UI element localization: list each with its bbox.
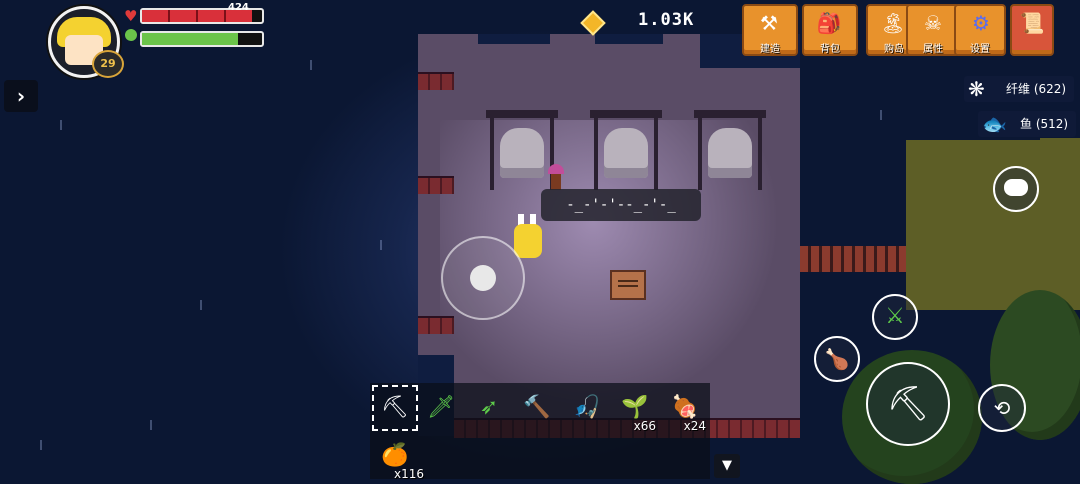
build-button[interactable]: ⚒ 建造 (742, 4, 798, 56)
stats-button[interactable]: ☠ 属性 (906, 4, 960, 56)
settings-button[interactable]: ⚙ 设置 (954, 4, 1006, 56)
meat-icon: 🍖 (671, 395, 699, 420)
movement-joystick[interactable] (441, 236, 525, 320)
sprout-icon: 🌱 (621, 395, 649, 420)
rain-drop (40, 440, 42, 450)
island-notch (595, 34, 663, 44)
green-sword-icon: 🗡 (427, 395, 455, 420)
backpack-button[interactable]: 🎒 背包 (802, 4, 858, 56)
orange-fruit-icon: 🍊 (381, 443, 409, 468)
resource-fiber-label: 纤维 (622) (1006, 82, 1067, 96)
backpack-icon: 🎒 (816, 11, 842, 35)
hotbar-slot-orange[interactable]: 🍊 x116 (374, 435, 424, 481)
fiber-icon: ❋ (968, 77, 985, 101)
chat-button[interactable] (993, 166, 1039, 212)
grass-island (906, 140, 1080, 310)
fish-icon: 🐟 (982, 112, 1007, 136)
energy-bar-fill (142, 33, 238, 45)
resource-fiber: ❋ 纤维 (622) (964, 76, 1075, 102)
speech-bubble: -_-'-'--_-'-_ (541, 189, 701, 221)
map-button[interactable]: 📜 (1010, 4, 1054, 56)
wooden-bridge (800, 246, 906, 272)
bell-statue (694, 110, 766, 190)
currency-amount: 1.03K (638, 10, 695, 30)
brick-edge (418, 316, 454, 334)
green-sword-icon: ⚔ (885, 304, 905, 329)
buy-island-icon: 🏝 (880, 11, 906, 35)
roll-icon: ⟲ (993, 396, 1011, 420)
hotbar-slot-meat[interactable]: 🍖 x24 (664, 387, 706, 433)
energy-bar (140, 31, 264, 47)
eat-action-button[interactable]: 🍗 (814, 336, 860, 382)
stats-icon: ☠ (924, 11, 942, 35)
pickaxe-icon: ⛏ (381, 395, 409, 420)
sword-action-button[interactable]: ⚔ (872, 294, 918, 340)
pickaxe-icon: ⛏ (886, 384, 930, 424)
hotbar-slot-hammer[interactable]: 🔨 (516, 387, 558, 429)
item-count: x116 (393, 467, 424, 481)
health-value: 424 (228, 2, 249, 13)
resource-fish: 🐟 鱼 (512) (978, 111, 1077, 137)
bell-statue (590, 110, 662, 190)
rain-drop (150, 420, 152, 430)
hotbar-slot-fishing-rod[interactable]: 🎣 (566, 387, 608, 429)
npc-character[interactable] (546, 164, 566, 192)
rain-drop (310, 60, 312, 70)
attack-button[interactable]: ⛏ (866, 362, 950, 446)
hotbar-slot-sprout[interactable]: 🌱 x66 (614, 387, 656, 433)
joystick-knob[interactable] (470, 265, 496, 291)
bow-icon: ➶ (479, 395, 499, 420)
hotbar-slot-sword[interactable]: 🗡 (420, 387, 462, 429)
energy-icon (125, 29, 137, 41)
resource-fish-label: 鱼 (512) (1020, 117, 1069, 131)
rain-drop (60, 120, 62, 130)
dodge-roll-button[interactable]: ⟲ (978, 384, 1026, 432)
brick-edge (418, 72, 454, 90)
grass-island (1040, 138, 1080, 158)
hotbar-slot-bow[interactable]: ➶ (468, 387, 510, 429)
rain-drop (380, 240, 382, 250)
build-icon: ⚒ (760, 11, 778, 35)
signpost[interactable] (610, 270, 646, 300)
rain-drop (880, 110, 882, 120)
collapse-hotbar-button[interactable]: ▼ (714, 454, 740, 478)
meat-icon: 🍗 (824, 347, 850, 371)
hotbar: ⛏ 🗡 ➶ 🔨 🎣 🌱 x66 🍖 x24 🍊 x116 (370, 383, 710, 481)
chat-bubble-icon (1004, 179, 1028, 196)
item-count: x24 (683, 419, 706, 433)
fishing-rod-icon: 🎣 (573, 395, 601, 420)
brick-edge (418, 176, 454, 194)
item-count: x66 (633, 419, 656, 433)
hammer-icon: 🔨 (523, 395, 551, 420)
expand-panel-button[interactable]: › (4, 80, 38, 112)
level-badge: 29 (92, 50, 124, 78)
rain-drop (200, 300, 202, 310)
hotbar-slot-pickaxe[interactable]: ⛏ (372, 385, 418, 431)
settings-gear-icon: ⚙ (972, 11, 990, 35)
heart-icon: ♥ (124, 7, 138, 25)
island-notch (478, 34, 550, 44)
chevron-down-icon: ▼ (722, 458, 732, 473)
map-scroll-icon: 📜 (1019, 11, 1045, 35)
